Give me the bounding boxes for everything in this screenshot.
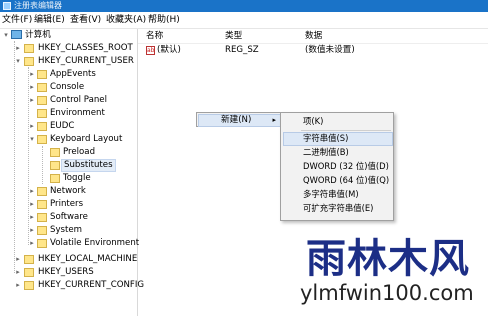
menu-item-new[interactable]: 新建(N) ▸ [198, 114, 281, 127]
tree-node-label: System [50, 225, 83, 235]
tree-guide [42, 146, 43, 184]
tree-node-label: Printers [50, 199, 84, 209]
expand-icon[interactable]: ▸ [14, 42, 22, 55]
tree-node-label: HKEY_CURRENT_CONFIG [38, 280, 145, 290]
regedit-app-icon [3, 2, 11, 10]
tree-node-label: Volatile Environment [50, 238, 140, 248]
menu-favorites[interactable]: 收藏夹(A) [106, 12, 146, 28]
folder-icon [37, 109, 47, 118]
submenu-item-string-value[interactable]: 字符串值(S) [303, 132, 348, 145]
title-bar: 注册表编辑器 [0, 0, 488, 12]
tree-node-label: HKEY_CURRENT_USER [38, 56, 134, 66]
folder-icon [50, 174, 60, 183]
folder-icon [24, 281, 34, 290]
tree-node-label: AppEvents [50, 69, 96, 79]
menu-view[interactable]: 查看(V) [70, 12, 101, 28]
tree-node-label: HKEY_LOCAL_MACHINE [38, 254, 138, 264]
expand-icon[interactable]: ▸ [28, 198, 36, 211]
value-row-default-name[interactable]: (默认) [157, 44, 181, 57]
folder-icon [37, 200, 47, 209]
column-header-data[interactable]: 数据 [305, 29, 322, 43]
folder-icon [37, 239, 47, 248]
tree-node-label: Control Panel [50, 95, 107, 105]
menu-edit[interactable]: 编辑(E) [34, 12, 65, 28]
tree-node-label: HKEY_CLASSES_ROOT [38, 43, 133, 53]
folder-open-icon [24, 57, 34, 66]
tree-node-label: Environment [50, 108, 105, 118]
expand-icon[interactable]: ▸ [14, 279, 22, 292]
string-value-icon: ab [146, 46, 155, 55]
tree-node-label: Toggle [63, 173, 91, 183]
folder-icon [37, 213, 47, 222]
tree-node-label: Console [50, 82, 85, 92]
new-submenu: 项(K) 字符串值(S) 二进制值(B) DWORD (32 位)值(D) QW… [280, 112, 394, 221]
menu-help[interactable]: 帮助(H) [148, 12, 180, 28]
expand-icon[interactable]: ▸ [28, 185, 36, 198]
folder-icon [50, 161, 60, 170]
tree-node-label: HKEY_USERS [38, 267, 94, 277]
value-row-default-type[interactable]: REG_SZ [225, 44, 259, 57]
expand-icon[interactable]: ▸ [28, 237, 36, 250]
menu-bar: 文件(F) 编辑(E) 查看(V) 收藏夹(A) 帮助(H) [0, 12, 488, 29]
menu-item-label: 新建(N) [221, 115, 252, 125]
tree-guide [14, 41, 15, 273]
computer-icon [11, 30, 22, 39]
submenu-item-qword-value[interactable]: QWORD (64 位)值(Q) [303, 174, 389, 187]
menu-file[interactable]: 文件(F) [2, 12, 32, 28]
tree-node-label: EUDC [50, 121, 75, 131]
expand-icon[interactable]: ▸ [14, 266, 22, 279]
tree-node-label: Software [50, 212, 88, 222]
expand-icon[interactable]: ▸ [28, 211, 36, 224]
submenu-item-binary-value[interactable]: 二进制值(B) [303, 146, 349, 159]
folder-icon [37, 187, 47, 196]
collapse-icon[interactable]: ▾ [2, 29, 10, 42]
column-header-name[interactable]: 名称 [146, 29, 163, 43]
watermark-logo-text: 雨林木风 [306, 235, 470, 282]
window-title: 注册表编辑器 [14, 1, 62, 10]
context-menu: 新建(N) ▸ [196, 112, 281, 127]
submenu-item-multi-string-value[interactable]: 多字符串值(M) [303, 188, 359, 201]
folder-icon [24, 255, 34, 264]
registry-tree[interactable]: ▾ 计算机 ▸ HKEY_CLASSES_ROOT ▾ HKEY_CURRENT… [0, 29, 144, 316]
folder-icon [37, 83, 47, 92]
value-row-default-data[interactable]: (数值未设置) [305, 44, 355, 57]
menu-separator [301, 130, 391, 131]
folder-open-icon [37, 135, 47, 144]
submenu-arrow-icon: ▸ [272, 116, 276, 124]
expand-icon[interactable]: ▸ [28, 224, 36, 237]
folder-icon [37, 122, 47, 131]
expand-icon[interactable]: ▸ [28, 81, 36, 94]
submenu-item-expandable-string-value[interactable]: 可扩充字符串值(E) [303, 202, 373, 215]
collapse-icon[interactable]: ▾ [14, 55, 22, 68]
submenu-item-dword-value[interactable]: DWORD (32 位)值(D) [303, 160, 389, 173]
folder-icon [37, 96, 47, 105]
tree-node-label: Network [50, 186, 86, 196]
folder-icon [50, 148, 60, 157]
folder-icon [24, 268, 34, 277]
submenu-item-key[interactable]: 项(K) [303, 115, 323, 128]
expand-icon[interactable]: ▸ [28, 94, 36, 107]
folder-icon [37, 226, 47, 235]
folder-icon [24, 44, 34, 53]
collapse-icon[interactable]: ▾ [28, 133, 36, 146]
column-header-type[interactable]: 类型 [225, 29, 242, 43]
expand-icon[interactable]: ▸ [28, 120, 36, 133]
watermark-url: ylmfwin100.com [300, 281, 474, 305]
tree-node-label: 计算机 [25, 30, 51, 40]
tree-node-label: Keyboard Layout [50, 134, 123, 144]
tree-node-label: Preload [63, 147, 96, 157]
expand-icon[interactable]: ▸ [28, 68, 36, 81]
expand-icon[interactable]: ▸ [14, 253, 22, 266]
tree-node-label: Substitutes [61, 159, 116, 172]
folder-icon [37, 70, 47, 79]
